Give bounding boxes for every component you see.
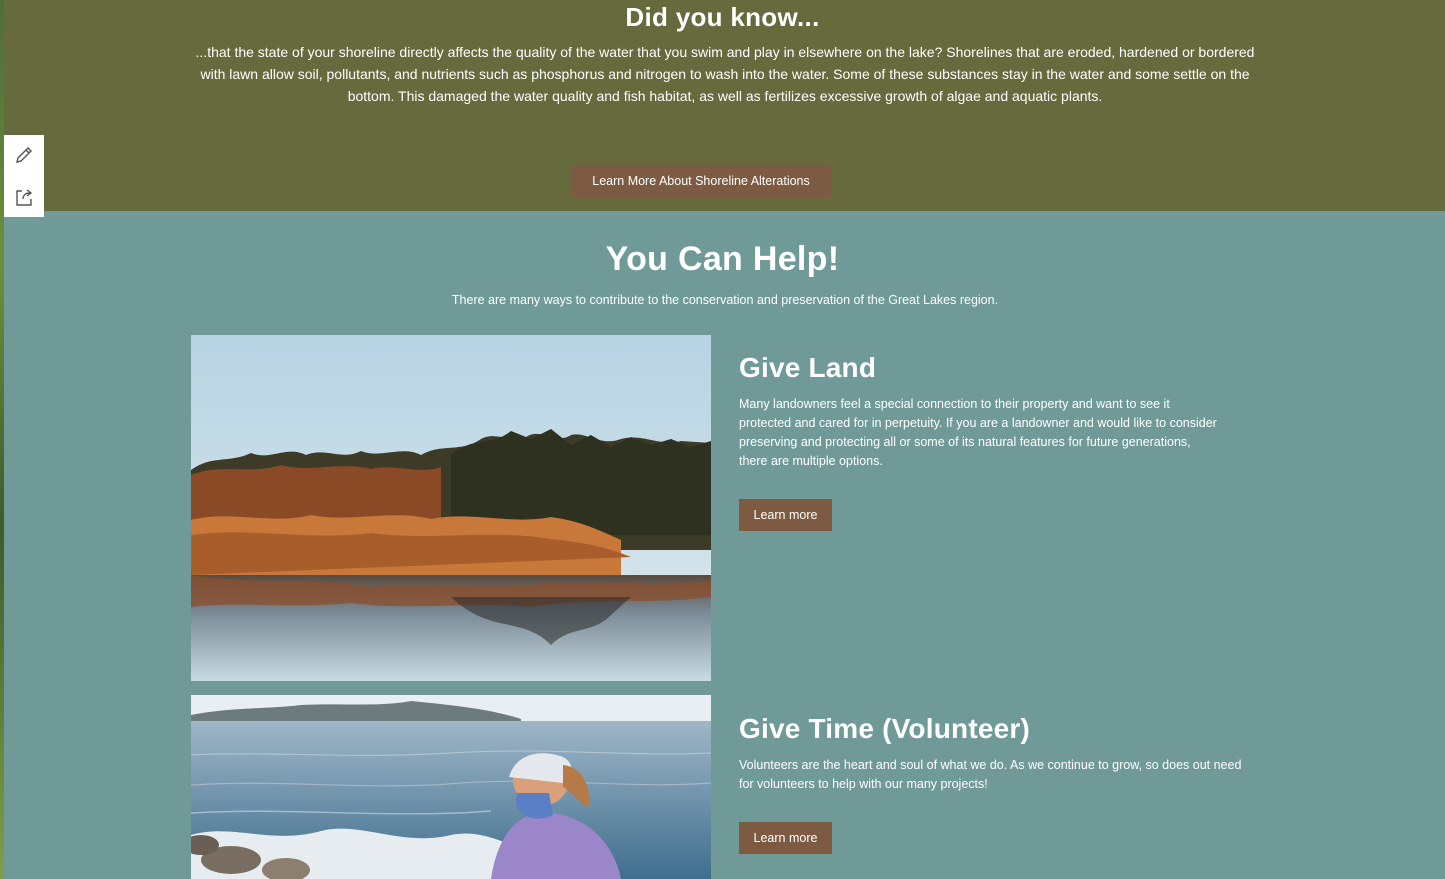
did-you-know-text: ...that the state of your shoreline dire… — [195, 44, 1255, 104]
learn-more-shoreline-button[interactable]: Learn More About Shoreline Alterations — [571, 165, 831, 197]
pencil-icon[interactable] — [13, 144, 35, 166]
volunteer-shoreline-photo — [191, 695, 711, 879]
did-you-know-title: Did you know... — [625, 2, 820, 32]
give-land-title: Give Land — [739, 352, 877, 383]
give-land-text: Many landowners feel a special connectio… — [739, 397, 1217, 468]
autumn-marsh-photo — [191, 335, 711, 681]
give-land-learn-more-button[interactable]: Learn more — [739, 499, 832, 531]
give-time-text: Volunteers are the heart and soul of wha… — [739, 758, 1242, 791]
side-toolbar — [4, 135, 44, 217]
give-time-learn-more-button[interactable]: Learn more — [739, 822, 832, 854]
left-edge-strip — [0, 0, 4, 879]
share-icon[interactable] — [13, 186, 35, 208]
give-time-title: Give Time (Volunteer) — [739, 713, 1031, 744]
you-can-help-title: You Can Help! — [605, 240, 840, 278]
did-you-know-section: Did you know... ...that the state of you… — [0, 0, 1445, 211]
you-can-help-subtitle: There are many ways to contribute to the… — [451, 293, 999, 307]
